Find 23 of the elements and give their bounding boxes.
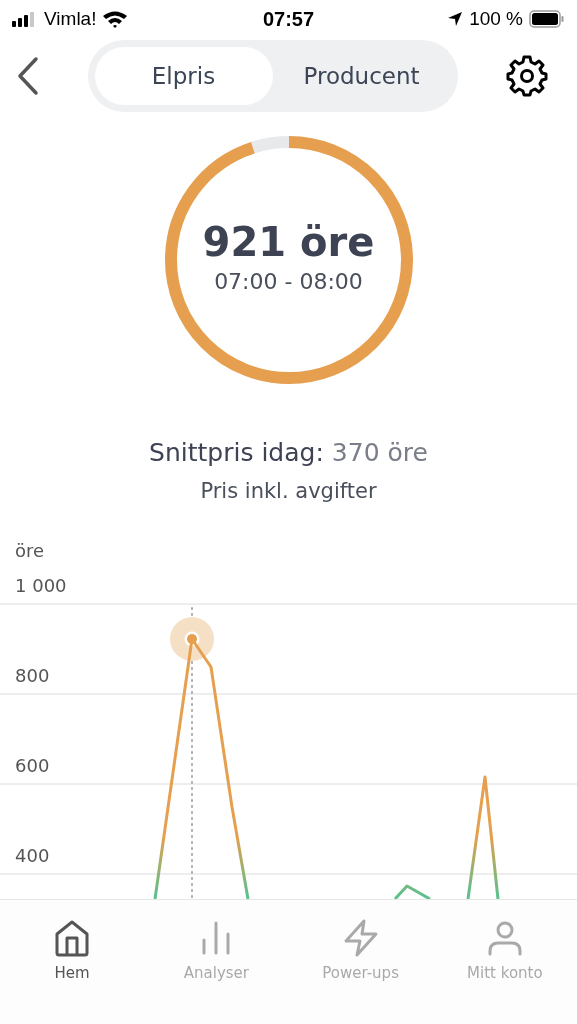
back-icon[interactable] xyxy=(16,56,40,96)
clock-time: 07:57 xyxy=(262,7,315,31)
current-price: 921 öre xyxy=(202,218,375,265)
segment-tab[interactable]: Elpris xyxy=(94,47,273,105)
y-axis-label: 1 000 xyxy=(15,575,67,596)
wifi-icon xyxy=(102,10,129,28)
price-note: Pris inkl. avgifter xyxy=(199,479,378,503)
tab-bar-item[interactable]: Hem xyxy=(0,900,145,1024)
average-label: Snittpris idag: xyxy=(149,438,324,467)
picture-selected-point xyxy=(187,634,197,644)
axis-unit-label: öre xyxy=(15,540,45,561)
y-axis-label: 800 xyxy=(15,665,50,686)
y-axis-label: 400 xyxy=(15,845,50,866)
settings-icon[interactable] xyxy=(505,54,549,98)
average-price: 370 öre xyxy=(331,438,428,467)
y-axis-label: 600 xyxy=(15,755,50,776)
ring-gap xyxy=(250,136,289,154)
carrier-name: Vimla! xyxy=(44,8,97,30)
battery-icon xyxy=(529,10,565,28)
location-arrow-icon xyxy=(447,11,464,27)
time-period: 07:00 - 08:00 xyxy=(214,268,363,294)
battery-percent: 100 % xyxy=(469,8,523,30)
segment-tab[interactable]: Producent xyxy=(272,47,451,105)
